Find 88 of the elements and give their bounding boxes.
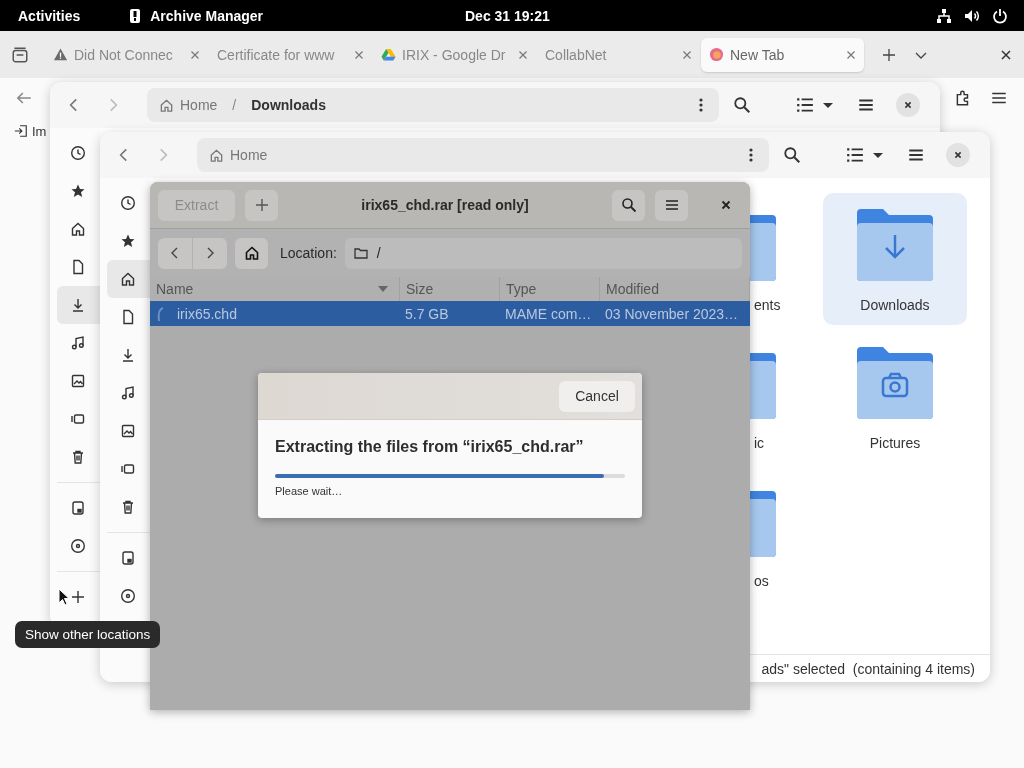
browser-tab[interactable]: New Tab [701, 37, 864, 72]
app-menu[interactable]: Archive Manager [150, 7, 264, 24]
table-cell: irix65.chd [177, 305, 237, 322]
document-icon [120, 309, 136, 325]
tab-overview-icon[interactable] [11, 45, 29, 64]
clock[interactable]: Dec 31 19:21 [465, 7, 550, 24]
browser-tab[interactable]: CollabNet [537, 37, 700, 72]
clock-icon [70, 145, 86, 161]
browser-tab[interactable]: IRIX - Google Dr [373, 37, 536, 72]
file-row[interactable]: irix65.chd 5.7 GB MAME com… 03 November 2023… [150, 301, 750, 326]
cancel-button[interactable]: Cancel [559, 380, 635, 412]
image-icon [70, 373, 86, 389]
home-icon [159, 97, 174, 113]
close-tab-icon[interactable] [682, 49, 692, 60]
list-view-icon[interactable] [846, 146, 864, 164]
folder-item[interactable]: Pictures [823, 331, 967, 469]
plus-icon [253, 197, 270, 213]
table-cell: 5.7 GB [405, 305, 449, 322]
status-text: Please wait… [275, 485, 344, 497]
new-tab-icon[interactable] [881, 46, 897, 63]
browser-tab[interactable]: Did Not Connec [45, 37, 208, 72]
power-icon[interactable] [992, 7, 1008, 24]
path-bar[interactable]: Home / Downloads [147, 88, 719, 122]
video-icon [70, 411, 86, 427]
network-icon[interactable] [936, 7, 952, 24]
tooltip: Show other locations [15, 621, 161, 648]
trash-icon [120, 499, 136, 515]
star-icon [70, 183, 86, 199]
disc-icon [70, 538, 86, 554]
path-separator: / [232, 97, 237, 113]
browser-logo-icon [709, 47, 724, 62]
more-icon[interactable] [749, 147, 753, 163]
close-tab-icon[interactable] [190, 49, 200, 60]
sidebar-item[interactable] [107, 260, 150, 298]
table-cell: MAME com… [505, 305, 592, 322]
bookmark-link[interactable]: Im [32, 123, 47, 139]
add-button[interactable] [245, 189, 278, 221]
more-icon[interactable] [699, 97, 703, 113]
home-icon [209, 147, 224, 163]
close-tab-icon[interactable] [354, 49, 364, 60]
window-title: irix65_chd.rar [read only] [360, 197, 530, 213]
search-button[interactable] [612, 189, 645, 221]
table-cell: 03 November 2023… [605, 305, 739, 322]
browser-tab[interactable]: Certificate for www [209, 37, 372, 72]
search-icon [620, 197, 637, 213]
archive-icon [129, 7, 142, 24]
cursor-icon [58, 588, 70, 606]
search-icon[interactable] [783, 146, 801, 164]
disc-icon [120, 588, 136, 604]
close-button[interactable] [946, 143, 970, 167]
folder-item[interactable]: Downloads [823, 193, 967, 325]
clock-icon [120, 195, 136, 211]
folder-icon [352, 245, 369, 261]
path-segment[interactable]: Home [180, 97, 218, 113]
menu-icon [663, 197, 680, 213]
dialog-heading: Extracting the files from “irix65_chd.rar” [275, 438, 585, 456]
home-icon [70, 221, 86, 237]
close-tab-icon[interactable] [518, 49, 528, 60]
drive-icon [120, 550, 136, 566]
location-field[interactable]: / [344, 237, 742, 269]
drive-icon [70, 500, 86, 516]
plus-icon [70, 589, 86, 605]
document-icon [70, 259, 86, 275]
music-icon [70, 335, 86, 351]
activities-button[interactable]: Activities [18, 7, 81, 24]
location-label: Location: [280, 245, 337, 261]
download-icon [120, 347, 136, 363]
search-icon[interactable] [733, 96, 751, 114]
path-bar[interactable]: Home [197, 138, 769, 172]
import-icon [14, 124, 28, 138]
home-button[interactable] [235, 237, 268, 269]
trash-icon [70, 449, 86, 465]
sort-icon [377, 285, 389, 293]
close-tab-icon[interactable] [846, 49, 856, 60]
path-segment[interactable]: Home [230, 147, 268, 163]
triangle-logo-icon [381, 47, 396, 62]
star-icon [120, 233, 136, 249]
menu-button[interactable] [655, 189, 688, 221]
warning-icon [53, 47, 68, 62]
image-icon [120, 423, 136, 439]
video-icon [120, 461, 136, 477]
music-icon [120, 385, 136, 401]
home-icon [120, 271, 136, 287]
list-view-icon[interactable] [796, 96, 814, 114]
path-segment[interactable]: Downloads [251, 97, 326, 113]
download-icon [70, 297, 86, 313]
home-icon [243, 245, 260, 261]
close-button[interactable] [896, 93, 920, 117]
